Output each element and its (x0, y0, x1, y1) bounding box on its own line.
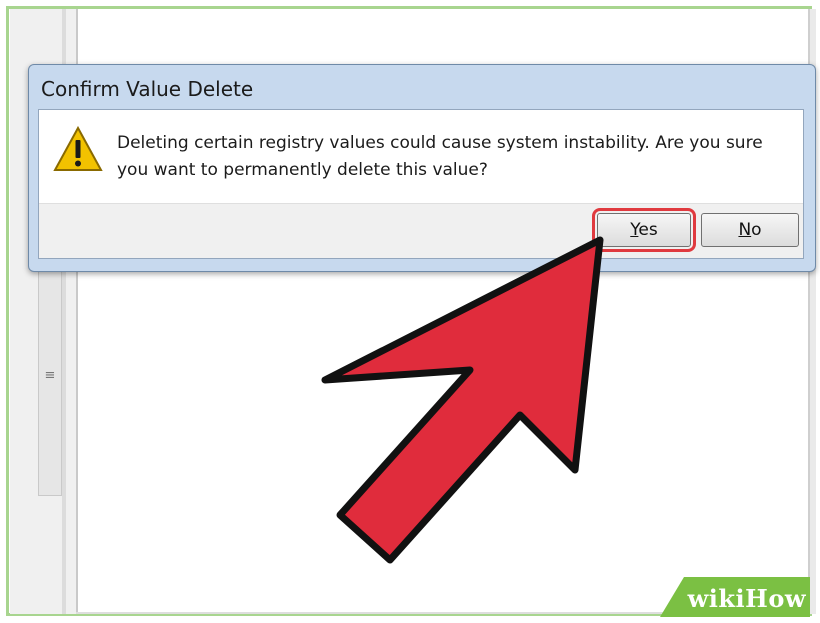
wikihow-prefix: wiki (687, 584, 746, 613)
scroll-grip-icon[interactable]: ≡ (42, 367, 58, 385)
no-accelerator: N (738, 220, 752, 240)
warning-icon (53, 126, 103, 171)
pointer-arrow-icon (321, 236, 604, 564)
no-label: o (751, 220, 762, 240)
dialog-title: Confirm Value Delete (41, 77, 254, 101)
wikihow-logo: wikiHow (688, 584, 806, 613)
no-button[interactable]: No (701, 213, 799, 247)
dialog-message: Deleting certain registry values could c… (117, 133, 763, 180)
wikihow-brand: How (745, 584, 806, 613)
bottom-divider (76, 612, 676, 614)
